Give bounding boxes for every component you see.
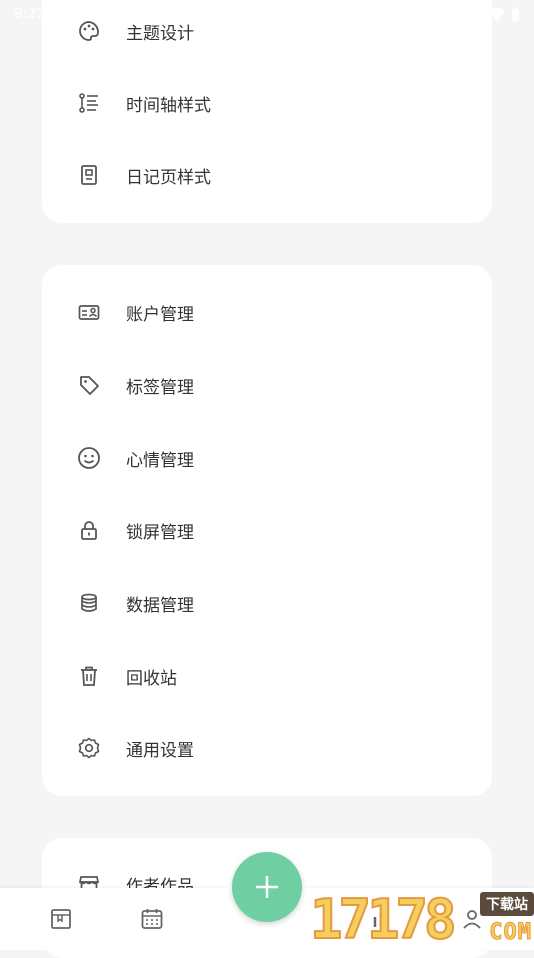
gear-icon bbox=[76, 735, 102, 761]
nav-statistics[interactable] bbox=[351, 888, 411, 950]
settings-item-data[interactable]: 数据管理 bbox=[42, 567, 492, 639]
notification-icon bbox=[53, 7, 67, 21]
management-settings-card: 账户管理 标签管理 心情管理 锁屏管理 数据管理 回收站 通用设置 bbox=[42, 265, 492, 796]
add-entry-button[interactable] bbox=[232, 852, 302, 922]
timeline-icon bbox=[76, 90, 102, 116]
nav-diary[interactable] bbox=[31, 888, 91, 950]
status-bar: 9:22 bbox=[0, 0, 534, 28]
nav-profile[interactable] bbox=[442, 888, 502, 950]
battery-icon bbox=[511, 6, 520, 22]
settings-item-diary-page-style[interactable]: 日记页样式 bbox=[42, 139, 492, 211]
settings-item-label: 心情管理 bbox=[126, 450, 194, 471]
plus-icon bbox=[253, 873, 281, 901]
page-icon bbox=[76, 162, 102, 188]
settings-item-tags[interactable]: 标签管理 bbox=[42, 349, 492, 421]
settings-item-recycle-bin[interactable]: 回收站 bbox=[42, 640, 492, 712]
settings-item-label: 时间轴样式 bbox=[126, 95, 211, 116]
appearance-settings-card: 主题设计 时间轴样式 日记页样式 bbox=[42, 0, 492, 223]
settings-item-label: 通用设置 bbox=[126, 740, 194, 761]
settings-item-label: 锁屏管理 bbox=[126, 522, 194, 543]
database-icon bbox=[76, 590, 102, 616]
settings-item-timeline-style[interactable]: 时间轴样式 bbox=[42, 67, 492, 139]
settings-item-label: 账户管理 bbox=[126, 304, 194, 325]
smiley-icon bbox=[76, 445, 102, 471]
settings-item-label: 回收站 bbox=[126, 668, 177, 689]
settings-item-account[interactable]: 账户管理 bbox=[42, 276, 492, 348]
settings-item-label: 标签管理 bbox=[126, 377, 194, 398]
settings-item-general[interactable]: 通用设置 bbox=[42, 712, 492, 784]
settings-item-mood[interactable]: 心情管理 bbox=[42, 422, 492, 494]
status-time: 9:22 bbox=[14, 6, 46, 22]
wifi-icon bbox=[489, 7, 505, 21]
sim-icon bbox=[97, 8, 109, 20]
account-icon bbox=[76, 299, 102, 325]
profile-icon bbox=[460, 907, 484, 931]
lock-icon bbox=[76, 517, 102, 543]
tag-icon bbox=[76, 372, 102, 398]
settings-item-label: 日记页样式 bbox=[126, 167, 211, 188]
notification-icon bbox=[75, 7, 89, 21]
calendar-icon bbox=[140, 907, 164, 931]
nav-calendar[interactable] bbox=[122, 888, 182, 950]
trash-icon bbox=[76, 663, 102, 689]
stats-icon bbox=[369, 907, 393, 931]
settings-item-lock-screen[interactable]: 锁屏管理 bbox=[42, 494, 492, 566]
settings-item-label: 数据管理 bbox=[126, 595, 194, 616]
book-icon bbox=[49, 907, 73, 931]
